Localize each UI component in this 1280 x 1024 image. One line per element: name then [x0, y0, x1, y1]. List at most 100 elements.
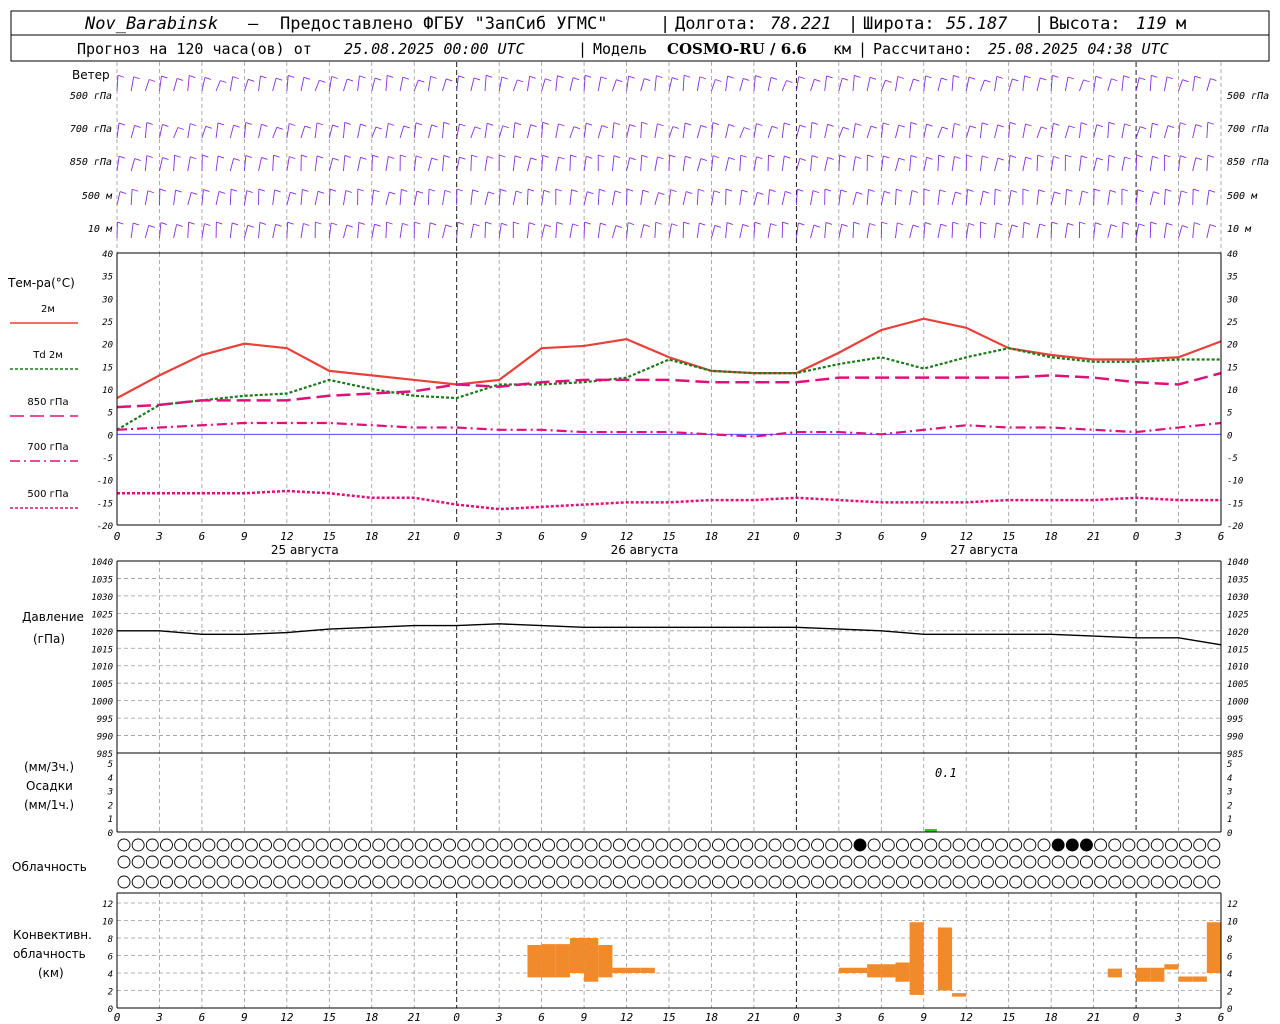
wind-barb — [300, 77, 305, 92]
wind-barb-flag — [500, 188, 507, 192]
wind-barb-flag — [572, 77, 580, 81]
cloud-symbol — [1150, 838, 1164, 852]
wind-barb-flag — [444, 189, 451, 193]
wind-barb — [116, 191, 121, 206]
precip-y-tick: 5 — [1227, 760, 1232, 770]
wind-barb-flag — [641, 121, 648, 125]
temp-y-tick: 0 — [1227, 431, 1232, 441]
wind-barb-flag — [769, 189, 776, 192]
cloud-symbol — [542, 875, 556, 889]
wind-barb — [994, 124, 999, 139]
wind-barb — [1050, 191, 1055, 206]
wind-barb-flag — [388, 122, 395, 126]
wind-barb — [1107, 190, 1111, 206]
wind-barb — [1036, 155, 1039, 172]
wind-barb-flag — [728, 157, 735, 161]
cloud-symbol — [952, 838, 966, 852]
wind-barb — [739, 224, 744, 239]
wind-barb-flag — [856, 191, 863, 195]
wind-barb-flag — [770, 77, 778, 80]
cloud-symbol — [1080, 855, 1093, 869]
wind-barb — [541, 122, 544, 139]
wind-barb-flag — [528, 222, 536, 226]
wind-barb-flag — [416, 190, 424, 194]
lon-value: 78.221 — [770, 14, 831, 34]
x-tick-label: 0 — [793, 530, 800, 543]
wind-barb-flag — [287, 221, 294, 225]
wind-barb — [611, 225, 617, 239]
wind-barb-flag — [627, 222, 635, 226]
wind-barb-flag — [770, 223, 777, 227]
wind-barb-flag — [499, 154, 506, 158]
wind-barb — [442, 155, 445, 172]
wind-barb — [1192, 76, 1196, 92]
cloud-symbol — [754, 855, 768, 869]
wind-barb — [385, 191, 390, 206]
wind-barb — [470, 77, 475, 92]
cloud-symbol — [952, 875, 966, 889]
wind-barb — [343, 224, 348, 239]
forecast-from: 25.08.2025 00:00 UTC — [344, 40, 525, 58]
wind-barb-flag — [941, 126, 949, 130]
wind-barb — [654, 156, 658, 172]
cloud-symbol — [924, 875, 938, 889]
cloud-symbol — [344, 855, 357, 869]
cloud-symbol — [556, 855, 570, 869]
wind-barb-flag — [1082, 190, 1089, 194]
x-tick-label: 0 — [453, 530, 460, 543]
wind-barb-flag — [1209, 224, 1217, 228]
cloud-symbol — [372, 838, 386, 852]
wind-barb-flag — [924, 221, 932, 225]
cloud-symbol — [443, 838, 456, 852]
cloud-symbol — [1108, 838, 1122, 852]
cloud-symbol — [712, 855, 725, 869]
wind-barb-flag — [176, 77, 184, 81]
wind-barb — [357, 124, 361, 139]
wind-barb-flag — [983, 190, 990, 194]
wind-barb-flag — [884, 190, 891, 194]
wind-barb-flag — [799, 124, 806, 128]
wind-barb — [130, 125, 136, 139]
wind-barb-flag — [742, 224, 749, 227]
wind-barb — [173, 127, 179, 139]
wind-barb — [725, 157, 730, 172]
x-tick-label: 18 — [1045, 1011, 1059, 1024]
wind-barb — [810, 225, 815, 239]
wind-barb-flag — [997, 157, 1004, 161]
wind-level-label: 10 м — [88, 224, 113, 235]
wind-barb-flag — [403, 125, 410, 129]
x-tick-label: 0 — [453, 1011, 460, 1024]
cloud-symbol — [1164, 855, 1178, 869]
wind-barb-flag — [402, 222, 409, 226]
wind-barb-flag — [446, 78, 453, 82]
wind-barb-flag — [671, 223, 678, 227]
wind-barb-flag — [346, 224, 353, 228]
cloud-symbol — [881, 875, 895, 889]
wind-barb-flag — [1153, 191, 1160, 195]
wind-barb — [654, 75, 657, 92]
svg-text:|: | — [660, 14, 670, 34]
pres-y-tick: 985 — [97, 750, 113, 760]
cloud-symbol — [273, 855, 287, 869]
cloud-symbol — [1179, 838, 1192, 852]
wind-barb-flag — [133, 222, 140, 226]
cloud-symbol — [867, 855, 881, 869]
wind-barb — [258, 124, 262, 139]
temp-y-tick: 5 — [1227, 409, 1232, 419]
wind-barb-flag — [968, 76, 976, 80]
wind-barb — [739, 155, 742, 172]
wind-barb-flag — [898, 124, 905, 128]
wind-barb-flag — [134, 158, 141, 161]
wind-barb — [909, 224, 914, 239]
wind-barb — [951, 75, 954, 92]
cloud-symbol — [485, 875, 499, 889]
cloud-symbol — [273, 875, 287, 889]
cloud-symbol — [740, 875, 754, 889]
wind-barb-flag — [923, 188, 931, 192]
wind-barb-flag — [938, 154, 945, 158]
cloud-symbol — [1164, 838, 1178, 852]
cloud-symbol — [811, 855, 824, 869]
wind-barb-flag — [1207, 154, 1215, 158]
wind-barb — [385, 123, 389, 139]
wind-barb-flag — [573, 126, 581, 130]
